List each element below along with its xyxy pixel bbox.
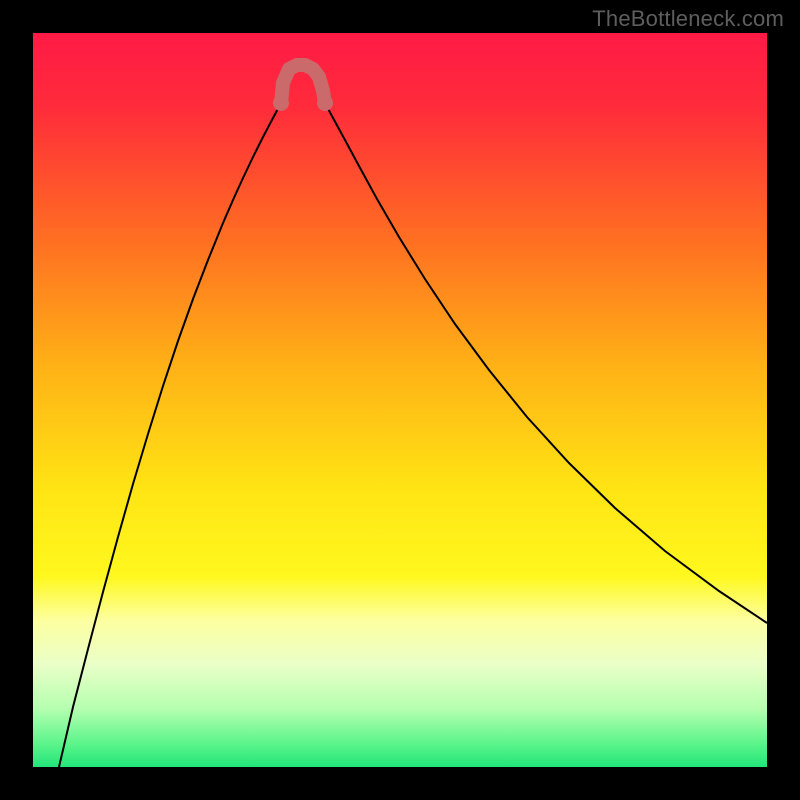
basin-dot-right	[317, 95, 333, 111]
chart-frame: TheBottleneck.com	[0, 0, 800, 800]
bottleneck-chart	[33, 33, 767, 767]
watermark-label: TheBottleneck.com	[592, 6, 784, 32]
plot-area	[33, 33, 767, 767]
gradient-background	[33, 33, 767, 767]
basin-dot-left	[273, 95, 289, 111]
